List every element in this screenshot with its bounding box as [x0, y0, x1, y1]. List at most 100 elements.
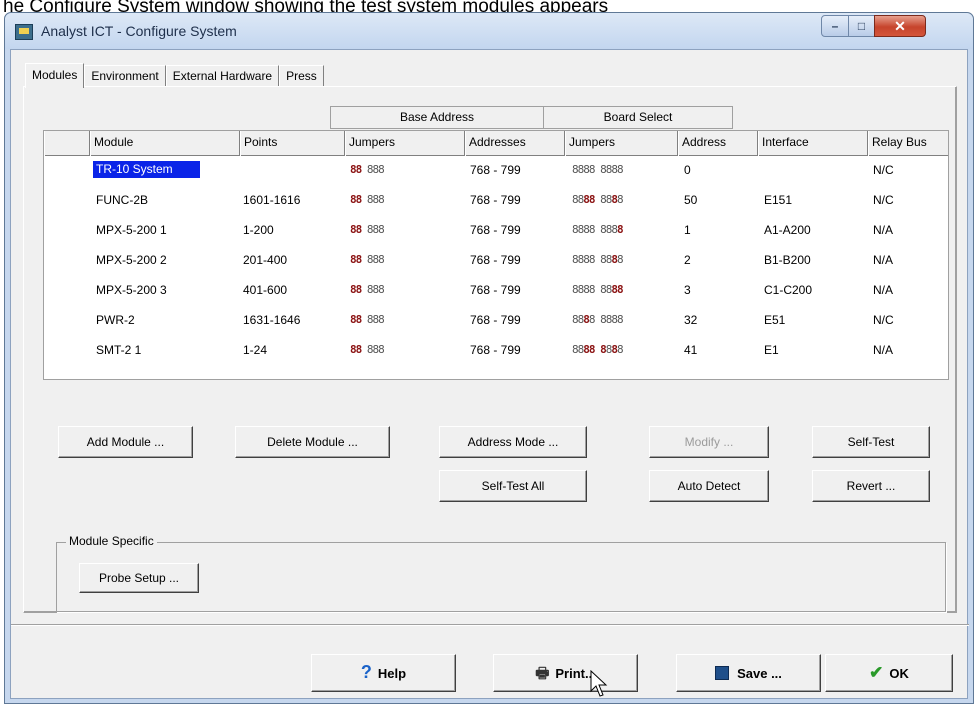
tab-press[interactable]: Press — [279, 65, 324, 87]
revert-button[interactable]: Revert ... — [812, 470, 930, 502]
cell-relay-bus: N/A — [873, 283, 894, 297]
column-header-relay-bus[interactable]: Relay Bus — [868, 131, 948, 156]
column-header-interface[interactable]: Interface — [758, 131, 868, 156]
close-button[interactable]: ✕ — [874, 15, 926, 37]
cell-base-jumpers: 88 888 — [350, 283, 385, 296]
cell-relay-bus: N/C — [873, 163, 894, 177]
cell-relay-bus: N/A — [873, 253, 894, 267]
cell-module[interactable]: TR-10 System — [93, 161, 200, 178]
ok-button[interactable]: ✔ OK — [825, 654, 953, 692]
column-header-address[interactable]: Address — [678, 131, 758, 156]
column-header-points[interactable]: Points — [240, 131, 345, 156]
cell-addresses: 768 - 799 — [470, 283, 521, 297]
table-row[interactable]: MPX-5-200 1 1-200 88 888 768 - 799 8888 … — [44, 217, 948, 247]
cell-module[interactable]: MPX-5-200 3 — [96, 283, 167, 297]
cell-interface: B1-B200 — [764, 253, 811, 267]
address-mode-button[interactable]: Address Mode ... — [439, 426, 587, 458]
tab-environment[interactable]: Environment — [84, 65, 166, 87]
cell-base-jumpers: 88 888 — [350, 223, 385, 236]
app-icon — [15, 24, 33, 40]
cell-board-jumpers: 8888 8888 — [572, 193, 624, 206]
cell-board-jumpers: 8888 8888 — [572, 343, 624, 356]
cell-base-jumpers: 88 888 — [350, 343, 385, 356]
cell-relay-bus: N/A — [873, 343, 894, 357]
tab-strip: Modules Environment External Hardware Pr… — [25, 63, 324, 88]
cell-points: 401-600 — [243, 283, 288, 297]
configure-system-window: Analyst ICT - Configure System – □ ✕ Mod… — [4, 12, 974, 704]
window-title: Analyst ICT - Configure System — [41, 23, 237, 39]
column-header-base-jumpers[interactable]: Jumpers — [345, 131, 465, 156]
cell-relay-bus: N/C — [873, 193, 894, 207]
table-row[interactable]: TR-10 System 88 888 768 - 799 8888 8888 … — [44, 157, 948, 187]
cell-board-jumpers: 8888 8888 — [572, 163, 624, 176]
cell-address: 1 — [684, 223, 691, 237]
cell-board-jumpers: 8888 8888 — [572, 283, 624, 296]
base-address-group-header: Base Address — [330, 106, 544, 129]
cell-address: 0 — [684, 163, 691, 177]
board-select-group-header: Board Select — [543, 106, 733, 129]
tab-modules[interactable]: Modules — [25, 63, 85, 88]
cell-module[interactable]: FUNC-2B — [96, 193, 148, 207]
column-header-board-jumpers[interactable]: Jumpers — [565, 131, 678, 156]
maximize-button[interactable]: □ — [848, 15, 875, 37]
title-bar[interactable]: Analyst ICT - Configure System – □ ✕ — [5, 13, 973, 49]
table-row[interactable]: SMT-2 1 1-24 88 888 768 - 799 8888 8888 … — [44, 337, 948, 367]
cell-relay-bus: N/A — [873, 223, 894, 237]
footer-divider — [11, 624, 969, 626]
minimize-button[interactable]: – — [821, 15, 849, 37]
cell-interface: E1 — [764, 343, 779, 357]
cell-address: 3 — [684, 283, 691, 297]
checkmark-icon: ✔ — [869, 663, 884, 682]
modules-table[interactable]: Module Points Jumpers Addresses Jumpers … — [43, 130, 949, 380]
module-specific-label: Module Specific — [66, 534, 157, 548]
save-button[interactable]: Save ... — [676, 654, 821, 692]
cell-points: 201-400 — [243, 253, 288, 267]
cell-points: 1-24 — [243, 343, 268, 357]
cell-relay-bus: N/C — [873, 313, 894, 327]
auto-detect-button[interactable]: Auto Detect — [649, 470, 769, 502]
cell-module[interactable]: MPX-5-200 1 — [96, 223, 167, 237]
self-test-button[interactable]: Self-Test — [812, 426, 930, 458]
help-button[interactable]: ? Help — [311, 654, 456, 692]
cell-addresses: 768 - 799 — [470, 343, 521, 357]
tab-external-hardware[interactable]: External Hardware — [165, 65, 280, 87]
row-header-corner — [44, 131, 90, 156]
cell-base-jumpers: 88 888 — [350, 193, 385, 206]
cell-board-jumpers: 8888 8888 — [572, 313, 624, 326]
cell-base-jumpers: 88 888 — [350, 253, 385, 266]
table-row[interactable]: FUNC-2B 1601-1616 88 888 768 - 799 8888 … — [44, 187, 948, 217]
modify-button[interactable]: Modify ... — [649, 426, 769, 458]
column-header-addresses[interactable]: Addresses — [465, 131, 565, 156]
question-mark-icon: ? — [360, 662, 372, 682]
cell-points: 1-200 — [243, 223, 274, 237]
cell-address: 41 — [684, 343, 698, 357]
print-button[interactable]: 🖶 Print... — [493, 654, 638, 692]
probe-setup-button[interactable]: Probe Setup ... — [79, 563, 199, 593]
table-row[interactable]: MPX-5-200 2 201-400 88 888 768 - 799 888… — [44, 247, 948, 277]
delete-module-button[interactable]: Delete Module ... — [235, 426, 390, 458]
mouse-cursor-icon — [590, 670, 608, 697]
cell-addresses: 768 - 799 — [470, 163, 521, 177]
cell-points: 1631-1646 — [243, 313, 301, 327]
add-module-button[interactable]: Add Module ... — [58, 426, 193, 458]
cell-board-jumpers: 8888 8888 — [572, 253, 624, 266]
cell-module[interactable]: MPX-5-200 2 — [96, 253, 167, 267]
cell-interface: E51 — [764, 313, 786, 327]
self-test-all-button[interactable]: Self-Test All — [439, 470, 587, 502]
table-row[interactable]: MPX-5-200 3 401-600 88 888 768 - 799 888… — [44, 277, 948, 307]
cell-address: 2 — [684, 253, 691, 267]
cell-address: 50 — [684, 193, 698, 207]
column-header-module[interactable]: Module — [90, 131, 240, 156]
table-row[interactable]: PWR-2 1631-1646 88 888 768 - 799 8888 88… — [44, 307, 948, 337]
printer-icon: 🖶 — [535, 664, 550, 682]
cell-module[interactable]: PWR-2 — [96, 313, 135, 327]
cell-module[interactable]: SMT-2 1 — [96, 343, 141, 357]
cell-board-jumpers: 8888 8888 — [572, 223, 624, 236]
cell-addresses: 768 - 799 — [470, 313, 521, 327]
cell-base-jumpers: 88 888 — [350, 163, 385, 176]
cell-addresses: 768 - 799 — [470, 223, 521, 237]
cell-interface: A1-A200 — [764, 223, 811, 237]
floppy-disk-icon — [715, 665, 730, 680]
dialog-client-area: Modules Environment External Hardware Pr… — [10, 49, 969, 699]
cell-interface: E151 — [764, 193, 793, 207]
